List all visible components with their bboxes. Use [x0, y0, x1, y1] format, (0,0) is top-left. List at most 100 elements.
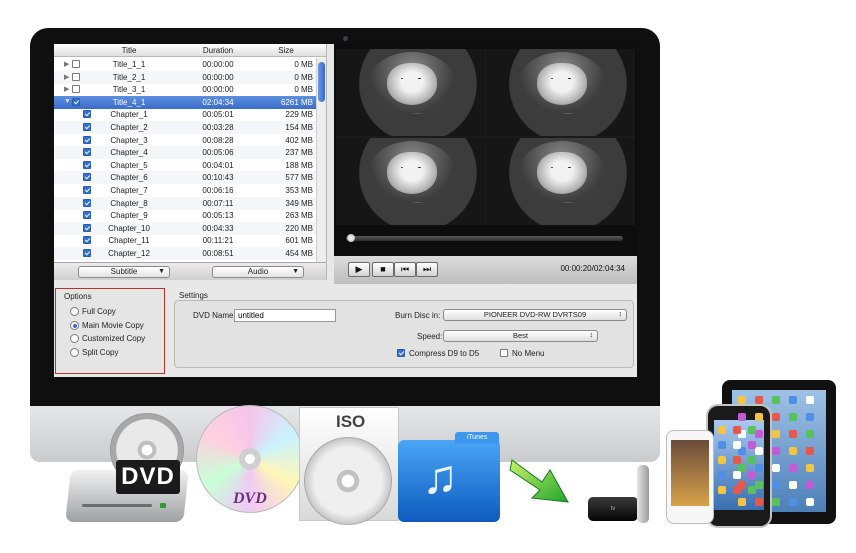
row-checkbox[interactable]: [72, 60, 80, 68]
list-row[interactable]: Chapter_4 00:05:06 237 MB: [54, 146, 316, 160]
radio-button[interactable]: [70, 320, 79, 330]
preview-portrait: [486, 138, 635, 225]
drive-slot: [82, 504, 152, 507]
row-checkbox[interactable]: [83, 160, 91, 169]
option-radio-row[interactable]: Customized Copy: [70, 334, 146, 344]
seek-knob[interactable]: [346, 234, 355, 242]
list-row[interactable]: Chapter_7 00:06:16 353 MB: [54, 184, 316, 197]
row-size: 154 MB: [285, 123, 313, 132]
list-row[interactable]: ▼ Title_4_1 02:04:34 6261 MB: [54, 95, 316, 109]
preview-portrait: [336, 138, 485, 225]
row-checkbox[interactable]: [83, 135, 91, 144]
list-row[interactable]: Chapter_10 00:04:33 220 MB: [54, 221, 316, 235]
app-icon: [733, 456, 741, 464]
radio-button[interactable]: [70, 347, 79, 357]
row-checkbox[interactable]: [72, 97, 80, 106]
disclosure-closed-icon[interactable]: ▶: [64, 60, 69, 68]
radio-button[interactable]: [70, 334, 79, 344]
dvd-name-input[interactable]: [234, 309, 336, 322]
row-title: Title_2_1: [112, 72, 146, 82]
list-row[interactable]: Chapter_3 00:08:28 402 MB: [54, 134, 316, 147]
row-title: Chapter_9: [110, 211, 148, 221]
list-row[interactable]: Chapter_11 00:11:21 601 MB: [54, 234, 316, 247]
subtitle-label: Subtitle: [110, 267, 138, 276]
next-button[interactable]: ⏭: [416, 262, 438, 277]
row-checkbox[interactable]: [83, 198, 91, 207]
list-scrollbar[interactable]: [316, 58, 326, 280]
row-duration: 00:06:16: [202, 186, 234, 195]
option-label: Split Copy: [82, 347, 119, 357]
seek-bar[interactable]: [346, 234, 623, 242]
row-size: 0 MB: [294, 72, 313, 82]
row-checkbox[interactable]: [83, 186, 91, 194]
preview-portrait: [486, 49, 635, 136]
play-button[interactable]: ▶: [348, 262, 370, 277]
option-radio-row[interactable]: Main Movie Copy: [70, 321, 144, 330]
option-radio-row[interactable]: Full Copy: [70, 307, 116, 317]
list-row[interactable]: Chapter_12 00:08:51 454 MB: [54, 247, 316, 260]
row-checkbox[interactable]: [83, 123, 91, 131]
row-checkbox[interactable]: [72, 72, 80, 81]
app-icon: [733, 486, 741, 494]
option-label: Customized Copy: [82, 334, 146, 343]
app-icon: [748, 456, 756, 464]
iso-disc-image: [304, 437, 392, 525]
row-title: Chapter_5: [110, 160, 148, 170]
compress-checkbox[interactable]: [397, 349, 405, 357]
video-preview: ▶ ■ ⏮ ⏭ 00:00:20/02:04:34: [334, 44, 637, 284]
disclosure-closed-icon[interactable]: ▶: [64, 73, 69, 81]
burn-disc-select[interactable]: PIONEER DVD-RW DVRTS09 ↕: [443, 309, 627, 321]
previous-icon: ⏮: [400, 264, 410, 274]
list-row[interactable]: Chapter_5 00:04:01 188 MB: [54, 159, 316, 172]
app-icon: [755, 464, 763, 472]
list-row[interactable]: ▶ Title_1_1 00:00:00 0 MB: [54, 58, 316, 71]
row-duration: 00:00:00: [202, 72, 234, 82]
column-duration[interactable]: Duration: [182, 46, 254, 55]
row-checkbox[interactable]: [83, 223, 91, 232]
list-row[interactable]: Chapter_2 00:03:28 154 MB: [54, 121, 316, 134]
row-duration: 00:04:01: [202, 160, 234, 170]
row-size: 577 MB: [285, 173, 313, 183]
row-checkbox[interactable]: [83, 173, 91, 182]
stop-button[interactable]: ■: [372, 262, 394, 277]
row-duration: 00:08:28: [202, 135, 234, 145]
row-checkbox[interactable]: [72, 85, 80, 94]
list-row[interactable]: ▶ Title_3_1 00:00:00 0 MB: [54, 83, 316, 96]
list-row[interactable]: Chapter_8 00:07:11 349 MB: [54, 196, 316, 210]
disclosure-open-icon[interactable]: ▼: [64, 98, 71, 105]
speed-select[interactable]: Best ↕: [443, 330, 598, 342]
previous-button[interactable]: ⏮: [394, 262, 416, 277]
list-row[interactable]: Chapter_6 00:10:43 577 MB: [54, 171, 316, 185]
list-row[interactable]: Chapter_9 00:05:13 263 MB: [54, 209, 316, 222]
row-title: Chapter_6: [110, 173, 148, 183]
row-checkbox[interactable]: [83, 236, 91, 245]
app-icon: [806, 464, 814, 472]
app-icon: [772, 430, 780, 438]
list-row[interactable]: ▶ Title_2_1 00:00:00 0 MB: [54, 70, 316, 84]
row-checkbox[interactable]: [83, 211, 91, 220]
row-size: 229 MB: [285, 110, 313, 120]
list-scroll-thumb[interactable]: [318, 62, 325, 102]
column-title[interactable]: Title: [94, 46, 164, 55]
no-menu-checkbox[interactable]: [500, 349, 508, 357]
subtitle-dropdown[interactable]: Subtitle ▼: [78, 266, 170, 278]
column-size[interactable]: Size: [259, 46, 313, 55]
radio-button[interactable]: [70, 307, 79, 317]
row-title: Chapter_11: [108, 236, 150, 246]
stop-icon: ■: [380, 264, 386, 274]
app-icon: [806, 498, 814, 506]
row-duration: 00:05:01: [202, 110, 234, 120]
app-icon: [718, 456, 726, 464]
app-icon: [733, 471, 741, 479]
row-size: 0 MB: [294, 60, 313, 69]
audio-label: Audio: [247, 267, 269, 276]
audio-dropdown[interactable]: Audio ▼: [212, 266, 304, 278]
list-row[interactable]: Chapter_1 00:05:01 229 MB: [54, 108, 316, 121]
row-checkbox[interactable]: [83, 148, 91, 157]
app-icon: [755, 430, 763, 438]
option-radio-row[interactable]: Split Copy: [70, 348, 118, 357]
row-checkbox[interactable]: [83, 110, 91, 119]
row-checkbox[interactable]: [83, 249, 91, 257]
row-size: 353 MB: [285, 186, 313, 195]
disclosure-closed-icon[interactable]: ▶: [64, 85, 69, 93]
